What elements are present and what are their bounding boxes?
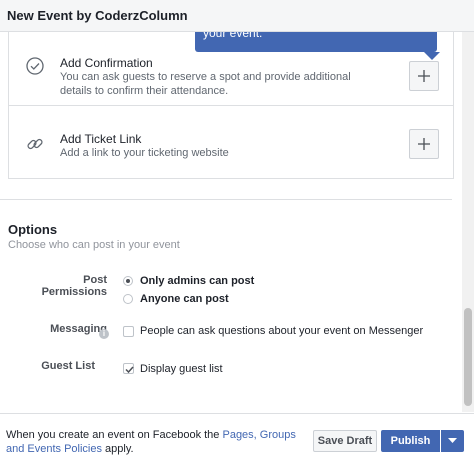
add-confirmation-button[interactable]	[409, 61, 439, 91]
tooltip-arrow	[424, 52, 440, 60]
messaging-label: Messaging	[50, 323, 107, 335]
publish-dropdown-button[interactable]	[441, 430, 464, 452]
dialog-header: New Event by CoderzColumn	[0, 0, 474, 32]
add-ticket-link-description: Add a link to your ticketing website	[60, 147, 229, 159]
radio-anyone[interactable]	[123, 294, 133, 304]
guest-list-checkbox-label[interactable]: Display guest list	[140, 363, 223, 375]
dialog-title: New Event by CoderzColumn	[7, 8, 188, 23]
options-title: Options	[8, 222, 58, 237]
info-icon[interactable]: i	[99, 329, 109, 339]
guest-list-label: Guest List	[41, 360, 95, 372]
policy-notice: When you create an event on Facebook the…	[6, 428, 302, 456]
radio-anyone-label[interactable]: Anyone can post	[140, 293, 229, 305]
add-confirmation-description: You can ask guests to reserve a spot and…	[60, 71, 351, 97]
messaging-checkbox-label[interactable]: People can ask questions about your even…	[140, 325, 423, 337]
dialog-body: Add Confirmation You can ask guests to r…	[0, 32, 462, 412]
add-ticket-link-button[interactable]	[409, 129, 439, 159]
scrollbar[interactable]	[462, 32, 474, 412]
check-circle-icon	[25, 56, 45, 76]
add-confirmation-title: Add Confirmation	[60, 56, 153, 70]
section-divider	[0, 199, 452, 200]
publish-button[interactable]: Publish	[381, 430, 440, 452]
add-ticket-link-row: Add Ticket Link Add a link to your ticke…	[9, 106, 453, 178]
check-icon	[125, 366, 134, 374]
messaging-checkbox[interactable]	[123, 326, 134, 337]
tooltip-text: your event.	[203, 32, 263, 40]
dialog-footer: When you create an event on Facebook the…	[0, 413, 474, 468]
radio-only-admins[interactable]	[123, 276, 133, 286]
scrollbar-thumb[interactable]	[464, 308, 472, 406]
tooltip: your event.	[195, 32, 437, 52]
plus-icon	[418, 138, 430, 150]
caret-down-icon	[448, 438, 457, 443]
plus-icon	[418, 70, 430, 82]
policy-text-after: apply.	[102, 443, 134, 455]
event-extras-card: Add Confirmation You can ask guests to r…	[8, 32, 454, 179]
add-ticket-link-title: Add Ticket Link	[60, 132, 142, 146]
options-subtitle: Choose who can post in your event	[8, 239, 180, 251]
link-icon	[25, 134, 45, 154]
post-permissions-label: Post Permissions	[41, 274, 107, 298]
radio-only-admins-label[interactable]: Only admins can post	[140, 275, 254, 287]
save-draft-button[interactable]: Save Draft	[313, 430, 377, 452]
guest-list-checkbox[interactable]	[123, 363, 134, 374]
policy-text-before: When you create an event on Facebook the	[6, 429, 223, 441]
